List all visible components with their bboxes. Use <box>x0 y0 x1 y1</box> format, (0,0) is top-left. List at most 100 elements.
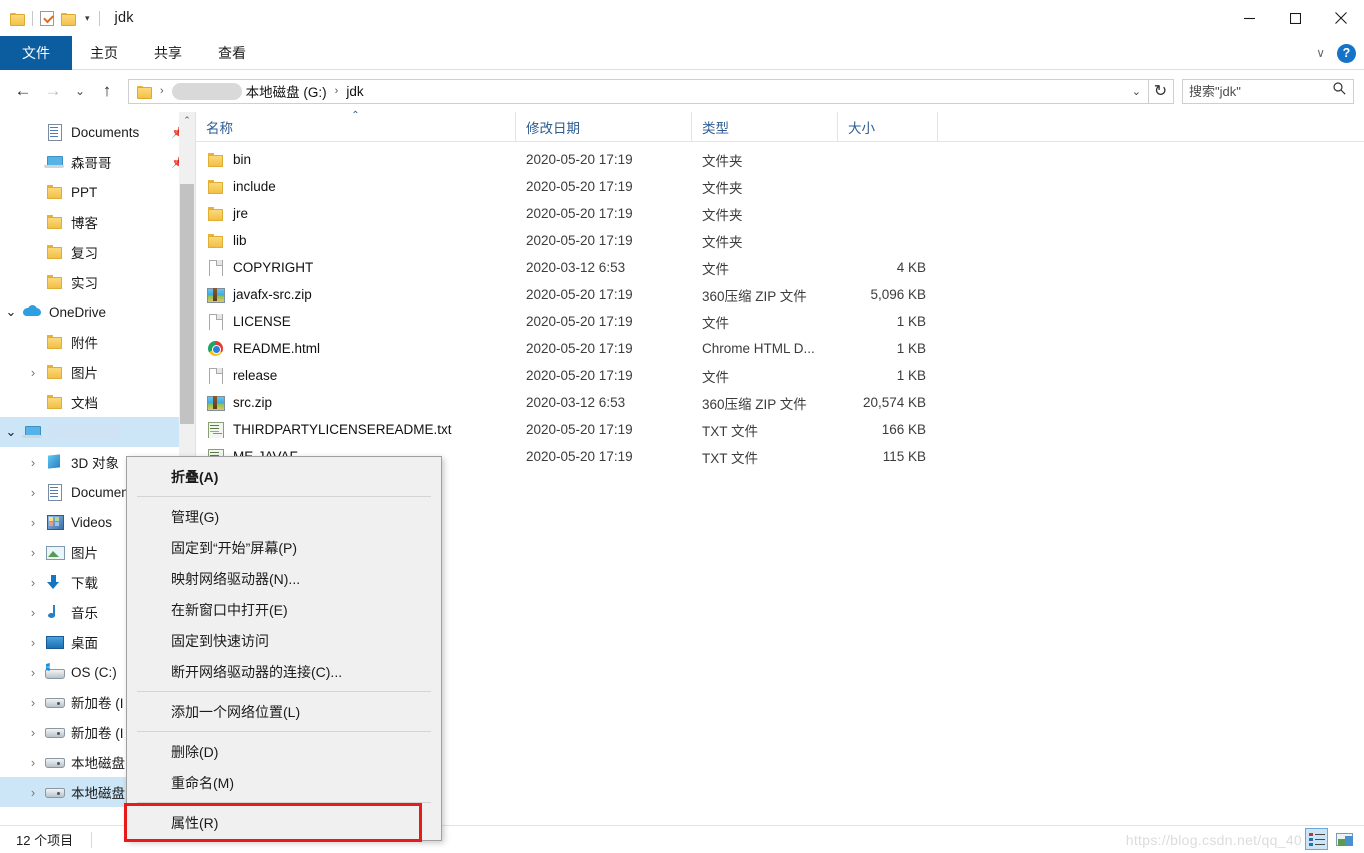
context-menu-item[interactable]: 删除(D) <box>127 736 441 767</box>
item-count-label: 12 个项目 <box>16 833 74 848</box>
sidebar-item-图片[interactable]: › 图片 <box>0 357 195 387</box>
back-button[interactable]: ← <box>8 76 38 106</box>
table-row[interactable]: src.zip 2020-03-12 6:53 360压缩 ZIP 文件 20,574… <box>196 389 1364 416</box>
refresh-button[interactable]: ↻ <box>1148 78 1174 104</box>
this-pc-icon <box>22 423 42 441</box>
file-type-cell: 文件夹 <box>702 180 743 196</box>
search-icon[interactable] <box>1333 82 1346 100</box>
file-size-cell: 20,574 KB <box>862 395 926 410</box>
context-menu-item[interactable]: 重命名(M) <box>127 767 441 798</box>
context-menu-item[interactable]: 映射网络驱动器(N)... <box>127 563 441 594</box>
chevron-right-icon[interactable]: › <box>22 785 44 800</box>
context-menu-item[interactable]: 在新窗口中打开(E) <box>127 594 441 625</box>
context-menu-item[interactable]: 折叠(A) <box>127 461 441 492</box>
chevron-down-icon[interactable]: ⌄ <box>0 305 22 318</box>
tab-view[interactable]: 查看 <box>200 36 264 70</box>
context-menu[interactable]: 折叠(A) 管理(G) 固定到“开始”屏幕(P) 映射网络驱动器(N)... 在新窗口中… <box>124 456 442 842</box>
chevron-right-icon[interactable]: › <box>22 665 44 680</box>
sidebar-item-森哥哥[interactable]: 森哥哥📌 <box>0 147 195 177</box>
3d-objects-icon <box>44 453 64 471</box>
minimize-icon <box>1243 17 1255 19</box>
help-icon[interactable]: ? <box>1337 43 1356 63</box>
context-menu-item[interactable]: 属性(R) <box>127 807 441 838</box>
sidebar-item-documents[interactable]: Documents📌 <box>0 117 195 147</box>
sidebar-item-文档[interactable]: 文档 <box>0 387 195 417</box>
breadcrumb-item-redacted[interactable] <box>171 82 242 100</box>
chevron-right-icon[interactable]: › <box>22 605 44 620</box>
column-header-type[interactable]: 类型 <box>692 112 838 141</box>
chevron-right-icon[interactable]: › <box>22 575 44 590</box>
table-row[interactable]: jre 2020-05-20 17:19 文件夹 <box>196 200 1364 227</box>
table-row[interactable]: javafx-src.zip 2020-05-20 17:19 360压缩 ZIP … <box>196 281 1364 308</box>
chevron-right-icon[interactable]: › <box>22 485 44 500</box>
context-menu-item[interactable]: 管理(G) <box>127 501 441 532</box>
table-row[interactable]: include 2020-05-20 17:19 文件夹 <box>196 173 1364 200</box>
chevron-right-icon[interactable]: › <box>22 545 44 560</box>
file-date-cell: 2020-05-20 17:19 <box>526 287 633 302</box>
context-menu-item[interactable]: 固定到快速访问 <box>127 625 441 656</box>
details-view-button[interactable] <box>1305 828 1328 850</box>
folder-icon <box>44 363 64 381</box>
chevron-down-icon[interactable]: ⌄ <box>0 425 22 438</box>
ribbon-tabs: 文件 主页 共享 查看 <box>0 36 1364 70</box>
tab-home[interactable]: 主页 <box>72 36 136 70</box>
onedrive-cloud-icon <box>22 303 42 321</box>
table-row[interactable]: THIRDPARTYLICENSEREADME.txt 2020-05-20 17… <box>196 416 1364 443</box>
breadcrumb[interactable]: › 本地磁盘 (G:) › jdk ⌄ <box>128 78 1149 104</box>
table-row[interactable]: README.html 2020-05-20 17:19 Chrome HTML D… <box>196 335 1364 362</box>
chevron-right-icon[interactable]: › <box>22 635 44 650</box>
sidebar-item-复习[interactable]: 复习 <box>0 237 195 267</box>
close-button[interactable] <box>1318 0 1364 36</box>
tab-share[interactable]: 共享 <box>136 36 200 70</box>
context-menu-item[interactable]: 断开网络驱动器的连接(C)... <box>127 656 441 687</box>
recent-locations-icon[interactable]: ⌄ <box>68 76 92 106</box>
column-header-name[interactable]: ⌃ 名称 <box>196 110 516 141</box>
customize-qat-caret-icon[interactable]: ▾ <box>85 13 90 23</box>
chevron-right-icon[interactable]: › <box>22 725 44 740</box>
column-header-size[interactable]: 大小 <box>838 112 938 141</box>
sidebar-item-ppt[interactable]: PPT <box>0 177 195 207</box>
sidebar-item-onedrive[interactable]: ⌄ OneDrive <box>0 297 195 327</box>
table-row[interactable]: release 2020-05-20 17:19 文件 1 KB <box>196 362 1364 389</box>
search-box[interactable] <box>1182 78 1354 104</box>
table-row[interactable]: LICENSE 2020-05-20 17:19 文件 1 KB <box>196 308 1364 335</box>
maximize-button[interactable] <box>1272 0 1318 36</box>
scrollbar-thumb[interactable] <box>180 184 194 424</box>
sidebar-item-附件[interactable]: 附件 <box>0 327 195 357</box>
search-input[interactable] <box>1189 83 1329 99</box>
table-row[interactable]: lib 2020-05-20 17:19 文件夹 <box>196 227 1364 254</box>
folder-icon <box>44 213 64 231</box>
table-row[interactable]: bin 2020-05-20 17:19 文件夹 <box>196 146 1364 173</box>
scroll-up-arrow-icon[interactable]: ⌃ <box>179 112 195 128</box>
tab-file[interactable]: 文件 <box>0 36 72 70</box>
column-header-date[interactable]: 修改日期 <box>516 112 692 141</box>
breadcrumb-dropdown-icon[interactable]: ⌄ <box>1132 85 1141 98</box>
up-button[interactable]: ↑ <box>92 76 122 106</box>
breadcrumb-folder-icon[interactable] <box>135 85 154 99</box>
chevron-down-icon[interactable]: ∨ <box>1316 46 1325 60</box>
chevron-right-icon[interactable]: › <box>22 755 44 770</box>
context-menu-item[interactable]: 添加一个网络位置(L) <box>127 696 441 727</box>
chevron-right-icon[interactable]: › <box>22 455 44 470</box>
chevron-right-icon[interactable]: › <box>22 695 44 710</box>
sidebar-item-label <box>49 423 121 441</box>
sidebar-item-实习[interactable]: 实习 <box>0 267 195 297</box>
file-name-cell: THIRDPARTYLICENSEREADME.txt <box>196 421 516 438</box>
forward-button[interactable]: → <box>38 76 68 106</box>
chevron-right-icon[interactable]: › <box>22 515 44 530</box>
breadcrumb-item-drive[interactable]: 本地磁盘 (G:) <box>244 81 329 101</box>
sidebar-item-博客[interactable]: 博客 <box>0 207 195 237</box>
context-menu-separator <box>137 731 431 732</box>
context-menu-item[interactable]: 固定到“开始”屏幕(P) <box>127 532 441 563</box>
table-row[interactable]: COPYRIGHT 2020-03-12 6:53 文件 4 KB <box>196 254 1364 281</box>
large-icons-view-button[interactable] <box>1333 828 1356 850</box>
breadcrumb-item-jdk[interactable]: jdk <box>344 84 365 99</box>
chevron-right-icon[interactable]: › <box>22 365 44 380</box>
file-type-cell: TXT 文件 <box>702 423 759 439</box>
file-date-cell: 2020-05-20 17:19 <box>526 368 633 383</box>
sidebar-item-this-pc[interactable]: ⌄ <box>0 417 195 447</box>
properties-checkbox-icon[interactable] <box>40 10 54 26</box>
new-folder-icon[interactable] <box>61 12 76 26</box>
minimize-button[interactable] <box>1226 0 1272 36</box>
file-date-cell: 2020-05-20 17:19 <box>526 314 633 329</box>
